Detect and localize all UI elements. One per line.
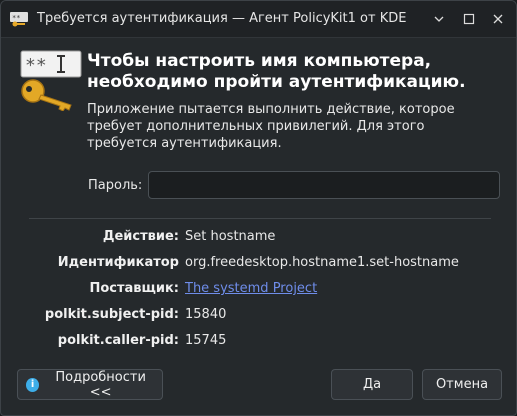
maximize-icon	[463, 13, 475, 25]
detail-key: Поставщик:	[89, 281, 179, 296]
details-toggle-button[interactable]: i Подробности <<	[17, 369, 163, 400]
separator	[29, 218, 491, 219]
minimize-button[interactable]	[429, 9, 449, 29]
info-icon: i	[26, 377, 40, 392]
dialog-description: Приложение пытается выполнить действие, …	[87, 102, 455, 151]
detail-value: Set hostname	[185, 229, 276, 244]
cancel-button[interactable]: Отмена	[422, 369, 502, 400]
detail-row-vendor: Поставщик: The systemd Project	[1, 281, 516, 301]
detail-row-identifier: Идентификатор org.freedesktop.hostname1.…	[1, 255, 516, 275]
maximize-button[interactable]	[459, 9, 479, 29]
svg-text:**: **	[12, 14, 20, 22]
app-icon: **	[10, 12, 28, 27]
close-icon	[493, 14, 503, 24]
detail-row-action: Действие: Set hostname	[1, 229, 516, 249]
password-field[interactable]	[148, 171, 500, 199]
detail-value: 15840	[185, 307, 227, 322]
svg-text:**: **	[25, 55, 47, 76]
detail-value: org.freedesktop.hostname1.set-hostname	[185, 255, 459, 270]
dialog-heading: Чтобы настроить имя компьютера, необходи…	[87, 51, 466, 92]
vendor-link[interactable]: The systemd Project	[185, 281, 317, 296]
detail-key: polkit.subject-pid:	[44, 307, 179, 322]
auth-dialog: ** Требуется аутентификация — Агент Poli…	[0, 0, 517, 416]
detail-key: Идентификатор	[57, 255, 179, 270]
ok-button[interactable]: Да	[331, 369, 413, 400]
close-button[interactable]	[488, 9, 508, 29]
detail-row-caller-pid: polkit.caller-pid: 15745	[1, 333, 516, 353]
window-title: Требуется аутентификация — Агент PolicyK…	[37, 11, 407, 26]
title-bar[interactable]: ** Требуется аутентификация — Агент Poli…	[1, 1, 516, 38]
details-button-label: Подробности <<	[55, 369, 146, 400]
detail-key: polkit.caller-pid:	[57, 333, 179, 348]
detail-key: Действие:	[102, 229, 179, 244]
detail-row-subject-pid: polkit.subject-pid: 15840	[1, 307, 516, 327]
password-key-icon: **	[20, 50, 82, 111]
minimize-icon	[434, 16, 444, 22]
password-label: Пароль:	[88, 178, 143, 193]
detail-value: 15745	[185, 333, 227, 348]
